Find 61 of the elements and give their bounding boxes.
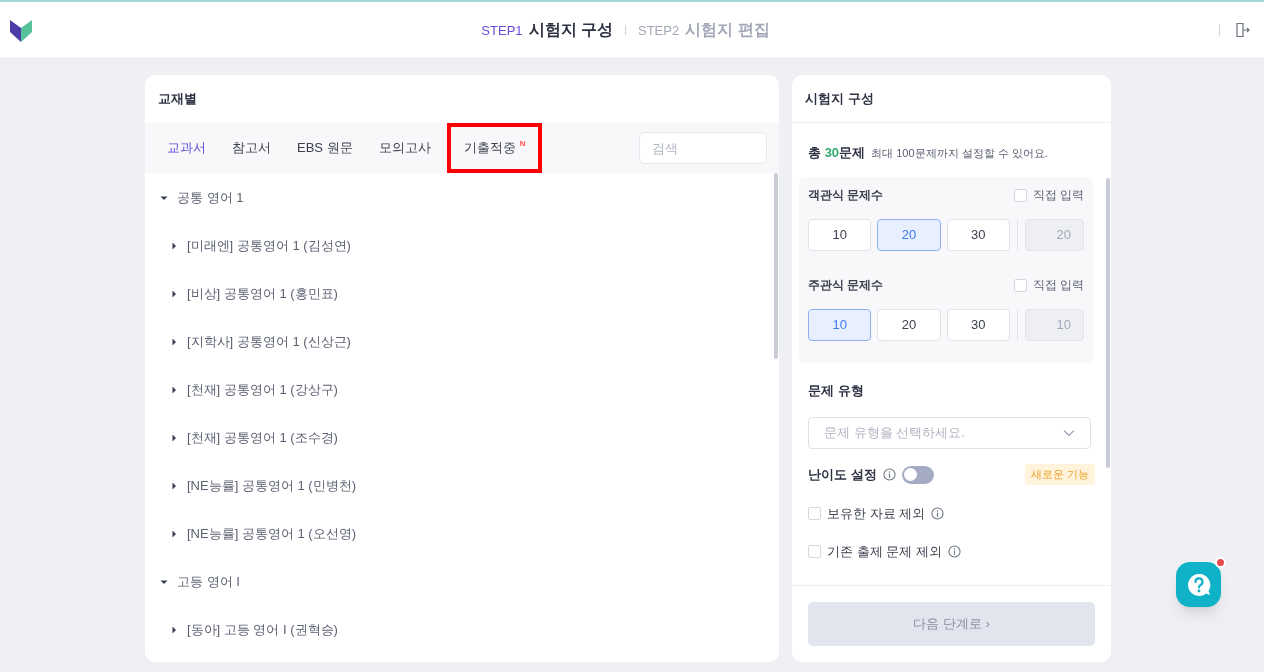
tree-item[interactable]: [비상] 공통영어 1 (홍민표) [187, 284, 338, 304]
checkbox[interactable] [808, 545, 821, 559]
group-label: 주관식 문제수 [808, 277, 885, 294]
checkbox-label: 기존 출제 문제 제외 [827, 543, 942, 561]
step-tab[interactable]: STEP1 시험지 구성 [481, 18, 613, 42]
caret-icon[interactable] [170, 290, 178, 298]
count-option[interactable]: 30 [946, 219, 1010, 251]
tree-item[interactable]: [천재] 공통영어 1 (조수경) [187, 428, 338, 448]
caret-icon[interactable] [160, 578, 168, 586]
tree-item[interactable]: [미래엔] 공통영어 1 (김성연) [187, 236, 351, 256]
tree-item[interactable]: [지학사] 공통영어 1 (신상근) [187, 332, 351, 352]
help-chat-button[interactable] [1176, 562, 1221, 607]
checkbox-label: 보유한 자료 제외 [827, 504, 926, 523]
toggle-switch[interactable] [901, 465, 934, 484]
checkbox-label: 직접 입력 [1032, 187, 1084, 204]
tab[interactable]: 모의고사 [365, 123, 444, 173]
tab[interactable]: EBS 원문 [284, 123, 366, 173]
panel-title: 교재별 [157, 90, 198, 109]
scrollbar[interactable] [774, 173, 778, 359]
hint-text: 최대 100문제까지 설정할 수 있어요. [871, 146, 1048, 161]
info-icon [947, 545, 961, 559]
tree-item[interactable]: [NE능률] 공통영어 1 (민병천) [187, 476, 356, 496]
scrollbar[interactable] [1106, 178, 1110, 468]
section-label: 문제 유형 [807, 382, 865, 400]
caret-icon[interactable] [160, 194, 168, 202]
checkbox[interactable] [1013, 278, 1027, 292]
caret-icon[interactable] [170, 482, 178, 490]
count-option[interactable]: 10 [808, 309, 872, 341]
tree-item[interactable]: [천재] 공통영어 1 (강상구) [187, 380, 338, 400]
count-option[interactable]: 20 [877, 219, 941, 251]
tree-item[interactable]: [NE능률] 공통영어 1 (오선영) [187, 524, 356, 544]
caret-icon[interactable] [170, 338, 178, 346]
caret-icon[interactable] [170, 386, 178, 394]
tab[interactable]: 기출적중 $^{N}$ [446, 123, 543, 173]
checkbox-label: 직접 입력 [1032, 277, 1084, 294]
logout-icon[interactable] [1234, 22, 1250, 38]
caret-icon[interactable] [170, 434, 178, 442]
tree-item[interactable]: 공통 영어 1 [177, 188, 244, 208]
difficulty-label: 난이도 설정 [808, 465, 877, 484]
new-feature-badge: 새로운 기능 [1024, 464, 1095, 485]
tab[interactable]: 교과서 [154, 123, 219, 173]
count-option[interactable]: 30 [946, 309, 1010, 341]
search-field[interactable]: 검색 [639, 132, 767, 164]
chevron-down-icon [1063, 428, 1075, 437]
question-bubble-icon [1185, 571, 1212, 598]
total-count: 총 30문제 [808, 144, 866, 162]
count-option[interactable]: 20 [877, 309, 941, 341]
info-icon [931, 506, 945, 520]
logo-icon[interactable] [10, 18, 32, 42]
checkbox[interactable] [1013, 188, 1027, 202]
tree-item[interactable]: 고등 영어 I [177, 572, 240, 592]
checkbox[interactable] [808, 506, 821, 520]
caret-icon[interactable] [170, 530, 178, 538]
info-icon [882, 468, 896, 481]
tree-item[interactable]: [동아] 고등 영어 I (권혁승) [187, 620, 338, 640]
caret-icon[interactable] [170, 626, 178, 634]
panel-title: 시험지 구성 [792, 75, 1111, 123]
tab[interactable]: 참고서 [219, 123, 284, 173]
group-label: 객관식 문제수 [808, 187, 885, 204]
count-option[interactable]: 10 [808, 219, 872, 251]
caret-icon[interactable] [170, 242, 178, 250]
